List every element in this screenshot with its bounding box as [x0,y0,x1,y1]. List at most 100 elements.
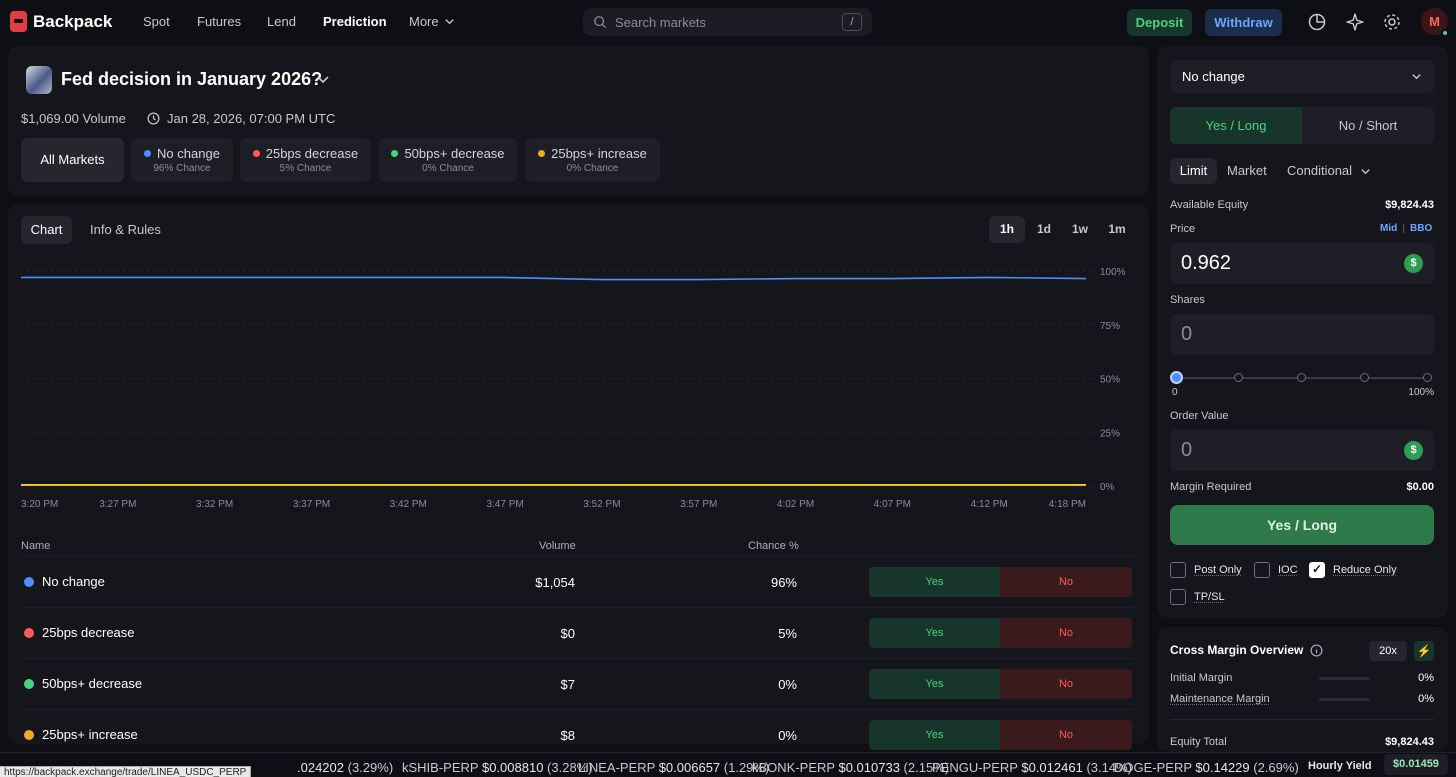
tab-chart[interactable]: Chart [21,216,72,244]
x-tick-label: 4:02 PM [777,499,814,510]
outcome-chip-no-change[interactable]: No change 96% Chance [131,138,233,182]
price-chart[interactable]: 100% 75% 50% 25% 0% 3:20 PM 3:27 PM 3:32 PM 3:37… [10,256,1140,516]
yes-button[interactable]: Yes [869,567,1000,597]
outcome-dot [24,678,34,689]
timeframe-1w[interactable]: 1w [1065,216,1095,243]
chevron-down-icon [444,19,454,25]
lightning-icon[interactable]: ⚡ [1414,641,1434,661]
outcome-chip-25bps-increase[interactable]: 25bps+ increase 0% Chance [525,138,660,182]
side-no-short-button[interactable]: No / Short [1302,107,1434,144]
sparkle-icon[interactable] [1345,12,1365,32]
equity-total-value: $9,824.43 [1385,736,1434,748]
y-tick-label: 100% [1100,267,1126,278]
x-tick-label: 3:42 PM [390,499,427,510]
nav-lend[interactable]: Lend [267,14,296,29]
yes-button[interactable]: Yes [869,669,1000,699]
reduce-only-label: Reduce Only [1333,564,1397,576]
ioc-checkbox[interactable]: IOC [1254,562,1298,578]
row-volume: $1,054 [535,575,575,590]
tpsl-checkbox[interactable]: TP/SL [1170,589,1225,605]
ticker-item[interactable]: LINEA-PERP $0.006657 (1.29%) [578,760,769,775]
search-placeholder: Search markets [615,14,707,30]
outcome-select[interactable]: No change [1170,60,1434,93]
order-type-limit[interactable]: Limit [1170,158,1217,184]
price-value: 0.962 [1181,252,1232,274]
usd-icon: $ [1404,254,1423,273]
tab-info-rules[interactable]: Info & Rules [90,222,161,237]
price-input[interactable]: 0.962 $ [1170,243,1434,284]
outcome-chip-50bps-decrease[interactable]: 50bps+ decrease 0% Chance [378,138,518,182]
all-markets-chip[interactable]: All Markets [21,138,124,182]
order-value-input[interactable]: 0 $ [1170,430,1434,471]
ticker-item[interactable]: PENGU-PERP $0.012461 (3.14%) [932,760,1132,775]
ticker-price: $0.010733 [838,760,900,775]
yes-button[interactable]: Yes [869,720,1000,750]
timeframe-1h[interactable]: 1h [989,216,1025,243]
outcome-chip-25bps-decrease[interactable]: 25bps decrease 5% Chance [240,138,371,182]
outcome-chip-name: 50bps+ decrease [404,146,505,161]
no-button[interactable]: No [1000,567,1132,597]
ticker-item[interactable]: DOGE-PERP $0.14229 (2.69%) [1114,760,1299,775]
side-yes-long-button[interactable]: Yes / Long [1170,107,1302,144]
portfolio-pie-icon[interactable] [1307,12,1327,32]
x-tick-label: 3:27 PM [99,499,136,510]
row-chance: 0% [778,728,797,743]
cross-margin-title: Cross Margin Overview [1170,643,1323,657]
x-tick-label: 3:37 PM [293,499,330,510]
timeframe-1m[interactable]: 1m [1102,216,1132,243]
market-title[interactable]: Fed decision in January 2026? [61,69,322,90]
row-volume: $0 [560,626,575,641]
ticker-item[interactable]: .024202 (3.29%) [297,760,393,775]
chevron-down-icon [1361,168,1370,174]
chevron-down-icon[interactable] [316,72,330,86]
post-only-checkbox[interactable]: Post Only [1170,562,1242,578]
no-button[interactable]: No [1000,618,1132,648]
nav-spot[interactable]: Spot [143,14,170,29]
size-slider-handle[interactable] [1170,371,1183,384]
no-button[interactable]: No [1000,669,1132,699]
ticker-price: $0.006657 [658,760,721,775]
row-name-text: 50bps+ decrease [42,676,143,691]
outcome-chip-name: No change [157,146,220,161]
leverage-button[interactable]: 20x [1369,641,1407,661]
brand-logo[interactable]: Backpack [10,11,112,32]
price-bbo-button[interactable]: BBO [1410,223,1432,234]
nav-prediction[interactable]: Prediction [323,14,387,29]
nav-futures[interactable]: Futures [197,14,241,29]
reduce-only-checkbox[interactable]: ✓ Reduce Only [1309,562,1397,578]
submit-order-button[interactable]: Yes / Long [1170,505,1434,545]
no-button[interactable]: No [1000,720,1132,750]
deposit-button[interactable]: Deposit [1127,9,1192,36]
nav-more[interactable]: More [409,14,455,29]
info-icon[interactable] [1310,644,1323,657]
slider-max-label: 100% [1408,387,1434,398]
row-chance: 5% [778,626,797,641]
timeframe-1d[interactable]: 1d [1029,216,1059,243]
slider-step[interactable] [1360,373,1369,382]
hourly-yield-label: Hourly Yield [1308,760,1372,772]
ticker-name: LINEA-PERP [578,760,656,775]
settings-gear-icon[interactable] [1382,12,1402,32]
withdraw-button[interactable]: Withdraw [1205,9,1282,36]
cross-margin-title-text: Cross Margin Overview [1170,643,1304,657]
slider-step[interactable] [1297,373,1306,382]
order-type-conditional[interactable]: Conditional [1287,158,1371,184]
price-mid-button[interactable]: Mid [1380,223,1397,234]
price-label: Price [1170,223,1196,235]
slider-step[interactable] [1234,373,1243,382]
ticker-price: $0.012461 [1021,760,1083,775]
ticker-item[interactable]: kBONK-PERP $0.010733 (2.15%) [752,760,949,775]
ticker-item[interactable]: kSHIB-PERP $0.008810 (3.28%) [402,760,593,775]
y-tick-label: 25% [1100,428,1120,439]
shares-input[interactable]: 0 [1170,314,1434,355]
usd-icon: $ [1404,441,1423,460]
divider [1170,719,1434,720]
yes-button[interactable]: Yes [869,618,1000,648]
order-type-market[interactable]: Market [1227,158,1267,184]
search-input[interactable]: Search markets / [583,8,872,36]
slider-step[interactable] [1423,373,1432,382]
checkbox-box [1254,562,1270,578]
row-name-text: 25bps decrease [42,625,135,640]
table-header-volume: Volume [539,540,576,552]
checkmark-icon: ✓ [1309,562,1325,578]
